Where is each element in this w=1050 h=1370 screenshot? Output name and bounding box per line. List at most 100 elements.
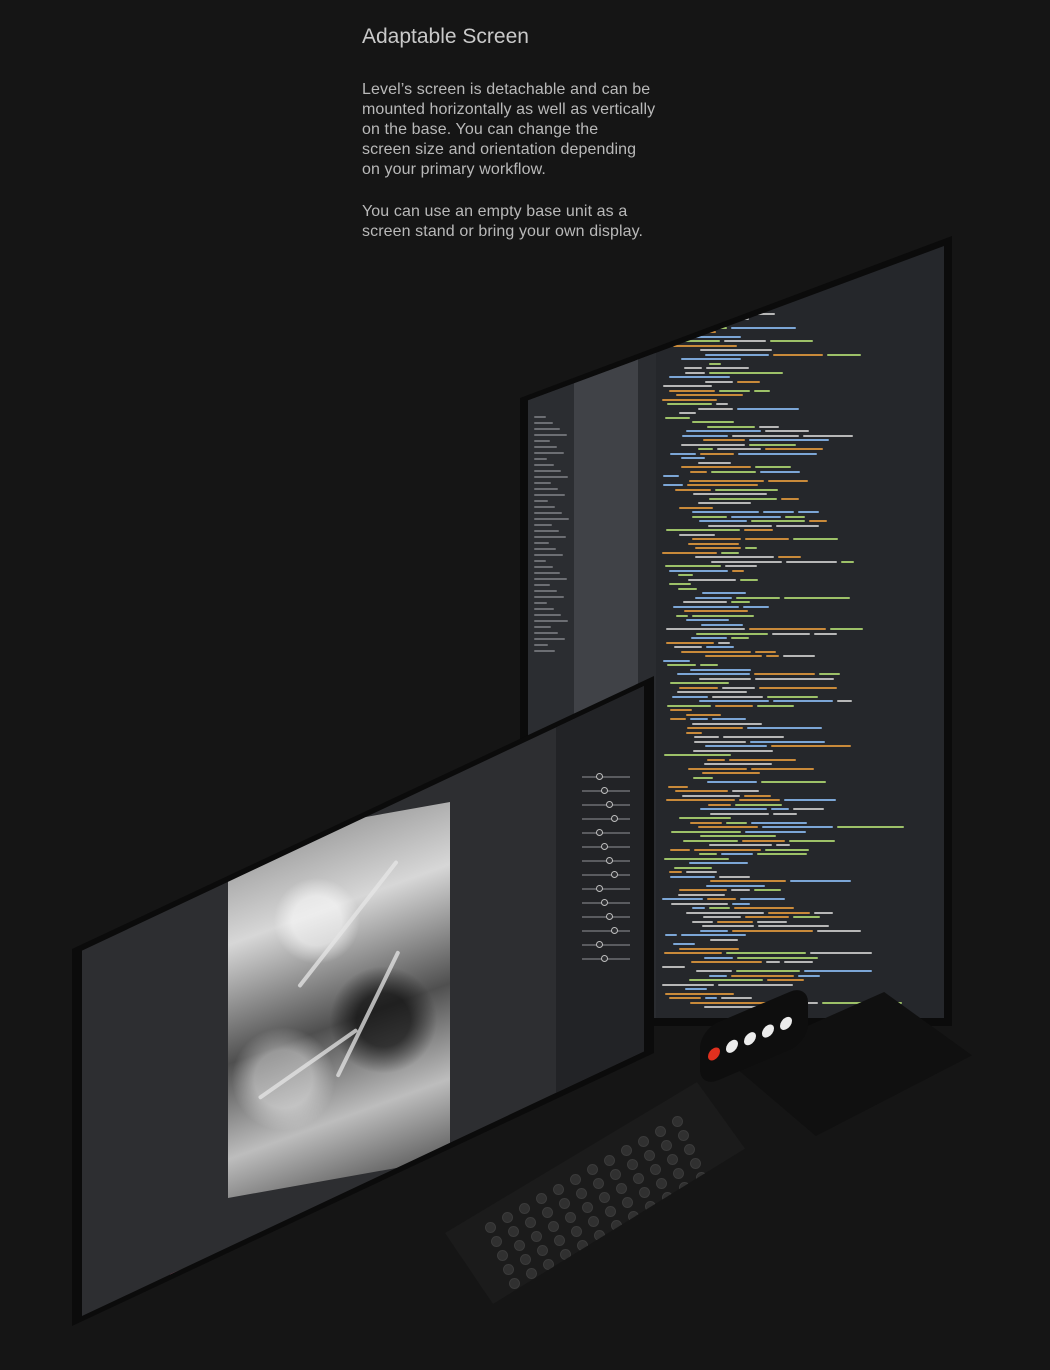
code-token <box>670 709 692 711</box>
sidebar-entry <box>534 434 567 436</box>
keyboard-key <box>553 1183 564 1195</box>
code-token <box>669 376 730 378</box>
code-token <box>686 430 761 432</box>
code-token <box>692 538 741 540</box>
sidebar-entry <box>534 602 547 604</box>
code-token <box>689 862 748 864</box>
code-token <box>676 614 688 617</box>
code-token <box>726 821 747 824</box>
code-token <box>723 736 784 738</box>
code-token <box>693 493 767 495</box>
code-token <box>766 655 779 657</box>
code-token <box>712 695 763 698</box>
code-token <box>694 736 719 738</box>
keyboard-key <box>673 1168 684 1179</box>
sidebar-entry <box>534 536 566 538</box>
slider-knob[interactable] <box>596 885 603 892</box>
adjustment-slider[interactable] <box>582 944 630 946</box>
keyboard-key <box>548 1221 559 1233</box>
keyboard-key <box>679 1182 690 1193</box>
code-token <box>721 997 752 999</box>
slider-knob[interactable] <box>596 773 603 780</box>
slider-knob[interactable] <box>601 955 608 962</box>
keyboard-key <box>627 1159 638 1171</box>
code-token <box>837 826 904 828</box>
code-token <box>683 839 738 842</box>
code-token <box>668 785 688 788</box>
keyboard-key <box>690 1158 701 1170</box>
code-token <box>670 718 686 720</box>
code-token <box>685 371 705 374</box>
code-token <box>664 952 722 954</box>
sidebar-entry <box>534 626 551 628</box>
slider-knob[interactable] <box>606 913 613 920</box>
slider-knob[interactable] <box>611 927 618 934</box>
slider-knob[interactable] <box>601 787 608 794</box>
code-token <box>669 871 682 873</box>
code-token <box>677 691 747 693</box>
slider-knob[interactable] <box>601 899 608 906</box>
keyboard-key <box>526 1268 537 1280</box>
slider-knob[interactable] <box>606 801 613 808</box>
sidebar-entry <box>534 530 559 532</box>
code-token <box>736 596 780 599</box>
adjustment-slider[interactable] <box>582 832 630 834</box>
slider-knob[interactable] <box>601 843 608 850</box>
sidebar-entry <box>534 620 568 622</box>
slider-knob[interactable] <box>606 857 613 864</box>
keyboard-key <box>587 1164 598 1176</box>
code-token <box>740 578 758 581</box>
adjustment-slider[interactable] <box>582 874 630 876</box>
slider-knob[interactable] <box>611 815 618 822</box>
code-token <box>662 965 685 968</box>
filmstrip-thumbnail[interactable] <box>170 1257 210 1301</box>
code-token <box>671 902 728 905</box>
code-token <box>731 515 781 518</box>
slider-knob[interactable] <box>596 941 603 948</box>
keyboard-key <box>542 1207 553 1219</box>
description-paragraph-1: Level’s screen is detachable and can be … <box>362 81 656 178</box>
code-token <box>686 911 764 914</box>
code-token <box>793 538 838 540</box>
code-token <box>706 367 749 369</box>
code-token <box>705 290 758 293</box>
code-token <box>669 583 691 585</box>
code-token <box>767 979 804 981</box>
slider-knob[interactable] <box>596 829 603 836</box>
code-token <box>762 826 833 828</box>
code-token <box>751 767 814 770</box>
code-token <box>755 650 776 653</box>
code-token <box>765 448 823 450</box>
code-token <box>750 740 825 743</box>
adjustment-slider[interactable] <box>582 888 630 890</box>
keyboard-key <box>661 1140 672 1151</box>
code-token <box>757 704 794 707</box>
code-token <box>691 961 762 963</box>
sidebar-entry <box>534 638 565 640</box>
adjustment-slider[interactable] <box>582 930 630 932</box>
code-token <box>755 466 791 468</box>
code-token <box>772 632 810 635</box>
keyboard-key <box>650 1163 661 1175</box>
code-token <box>749 443 796 446</box>
code-token <box>673 344 737 347</box>
keyboard-key <box>565 1211 576 1223</box>
sidebar-entry <box>534 458 547 460</box>
code-token <box>721 551 739 554</box>
adjustment-slider[interactable] <box>582 818 630 820</box>
code-token <box>696 970 732 972</box>
code-token <box>679 533 715 536</box>
sidebar-entry <box>534 494 565 496</box>
code-token <box>677 673 750 675</box>
code-token <box>809 520 827 522</box>
code-token <box>729 758 796 761</box>
code-token <box>717 920 753 923</box>
keyboard-key <box>611 1220 622 1232</box>
code-token <box>694 740 746 743</box>
code-token <box>706 884 765 887</box>
slider-knob[interactable] <box>611 871 618 878</box>
control-button-4 <box>780 1014 792 1032</box>
control-button-2 <box>744 1030 756 1048</box>
adjustment-slider[interactable] <box>582 776 630 778</box>
code-token <box>740 898 785 900</box>
